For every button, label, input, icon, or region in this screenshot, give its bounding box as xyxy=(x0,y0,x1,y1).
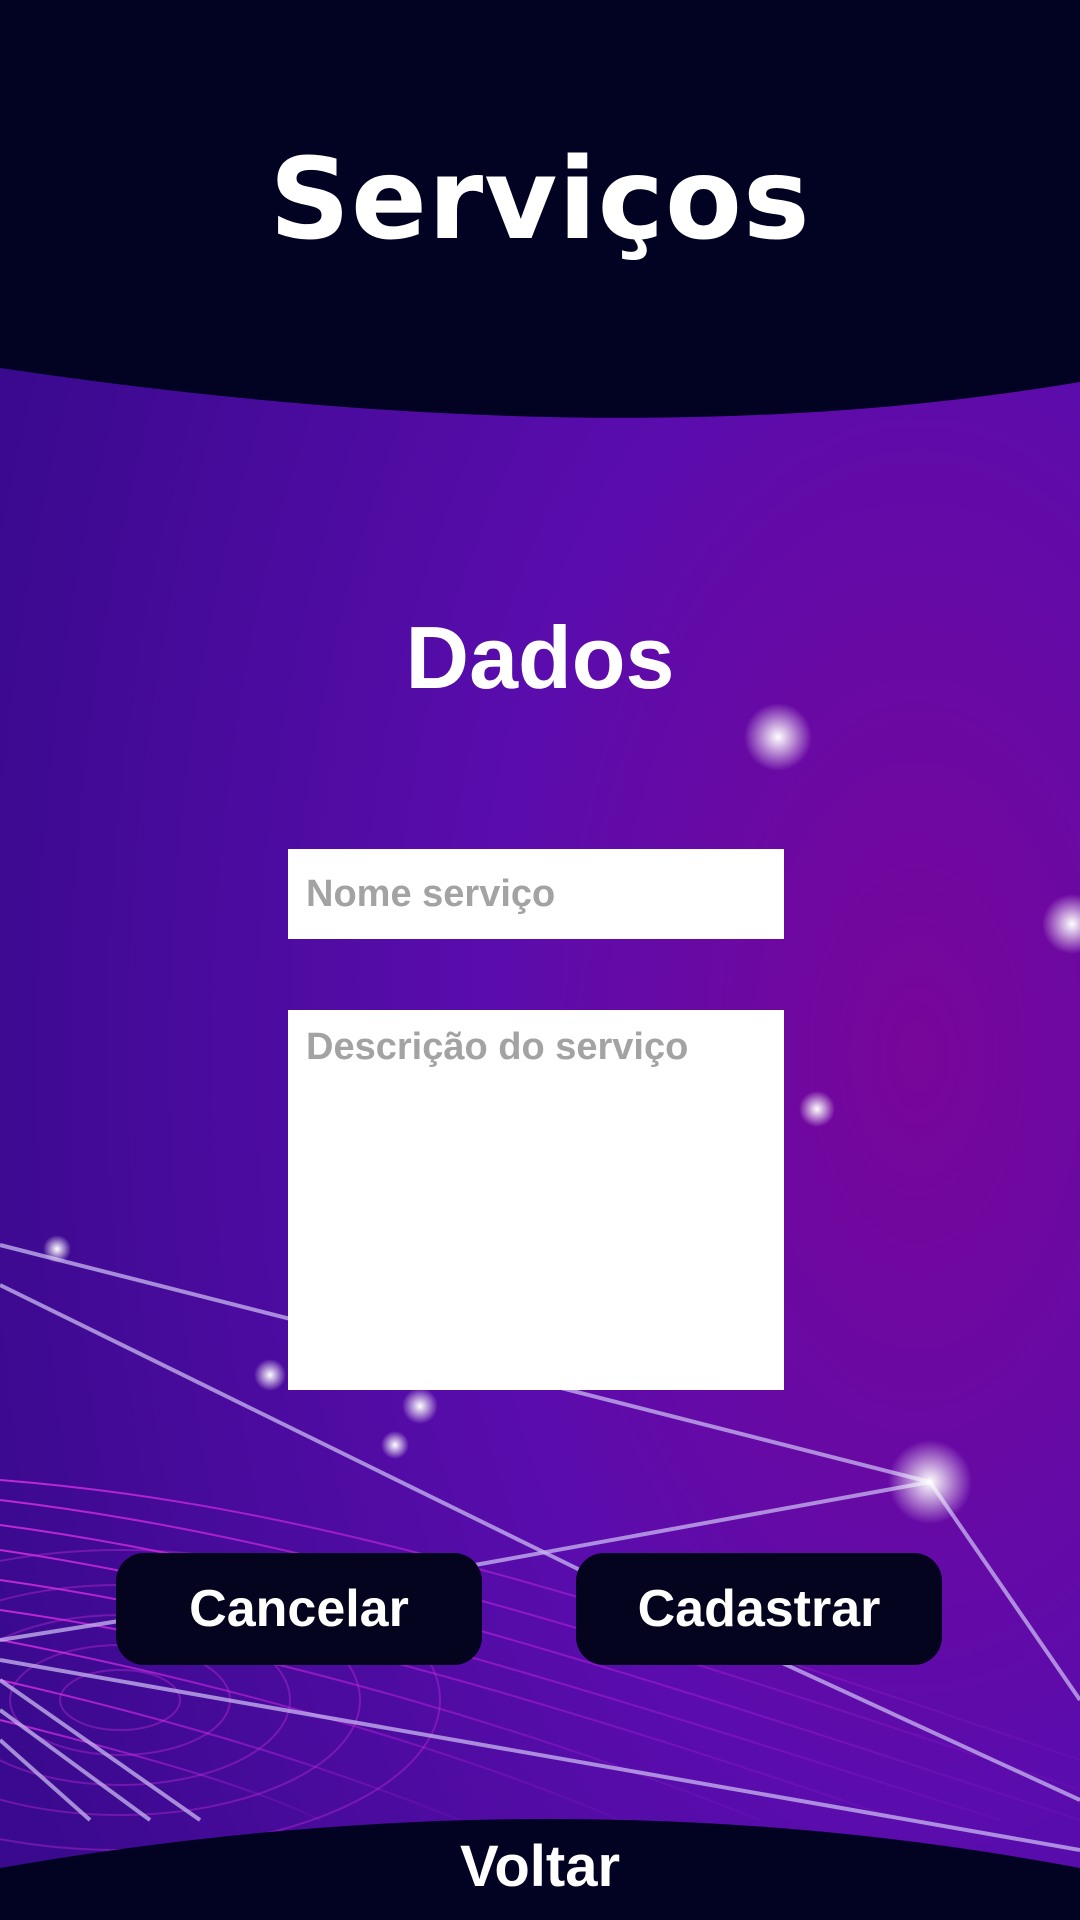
back-link[interactable]: Voltar xyxy=(0,1832,1080,1902)
register-button[interactable]: Cadastrar xyxy=(576,1553,942,1665)
service-description-input[interactable] xyxy=(288,1010,784,1390)
cancel-button[interactable]: Cancelar xyxy=(116,1553,482,1665)
section-title: Dados xyxy=(405,608,675,707)
service-name-input[interactable] xyxy=(288,849,784,939)
page-title: Serviços xyxy=(269,135,811,265)
